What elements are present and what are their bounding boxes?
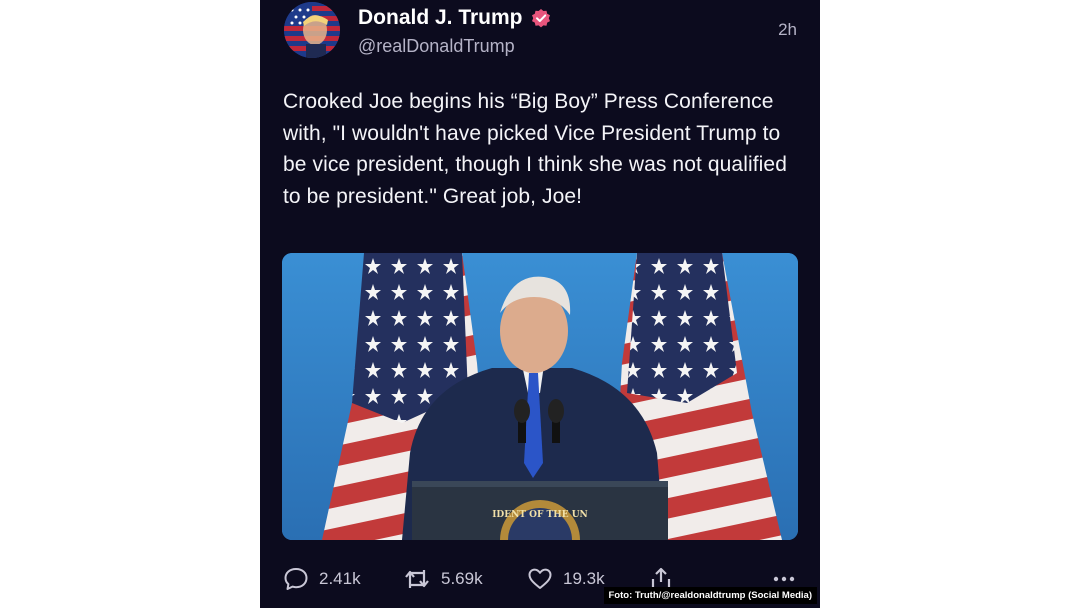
post-media-image[interactable]: IDENT OF THE UN: [282, 253, 798, 540]
retruth-button[interactable]: 5.69k: [403, 566, 483, 592]
like-count: 19.3k: [563, 569, 605, 588]
reply-icon: [284, 568, 308, 590]
post-timestamp[interactable]: 2h: [778, 20, 797, 40]
author-display-name[interactable]: Donald J. Trump: [358, 6, 523, 30]
heart-icon: [528, 568, 552, 589]
retruth-count: 5.69k: [441, 569, 483, 588]
post-body-text: Crooked Joe begins his “Big Boy” Press C…: [283, 90, 787, 208]
author-name-row: Donald J. Trump: [358, 6, 551, 30]
truth-social-post: Donald J. Trump @realDonaldTrump 2h Croo…: [260, 0, 820, 608]
presidential-seal-text: IDENT OF THE UN: [492, 510, 588, 520]
author-avatar[interactable]: [284, 2, 340, 58]
verified-badge-icon: [531, 9, 550, 28]
reply-button[interactable]: 2.41k: [283, 566, 361, 592]
press-conference-photo-icon: IDENT OF THE UN: [282, 253, 798, 540]
author-handle[interactable]: @realDonaldTrump: [358, 36, 515, 57]
like-button[interactable]: 19.3k: [527, 566, 605, 592]
reply-count: 2.41k: [319, 569, 361, 588]
flag-portrait-avatar-icon: [284, 2, 340, 58]
photo-credit-caption: Foto: Truth/@realdonaldtrump (Social Med…: [603, 587, 817, 604]
retruth-icon: [405, 570, 429, 588]
